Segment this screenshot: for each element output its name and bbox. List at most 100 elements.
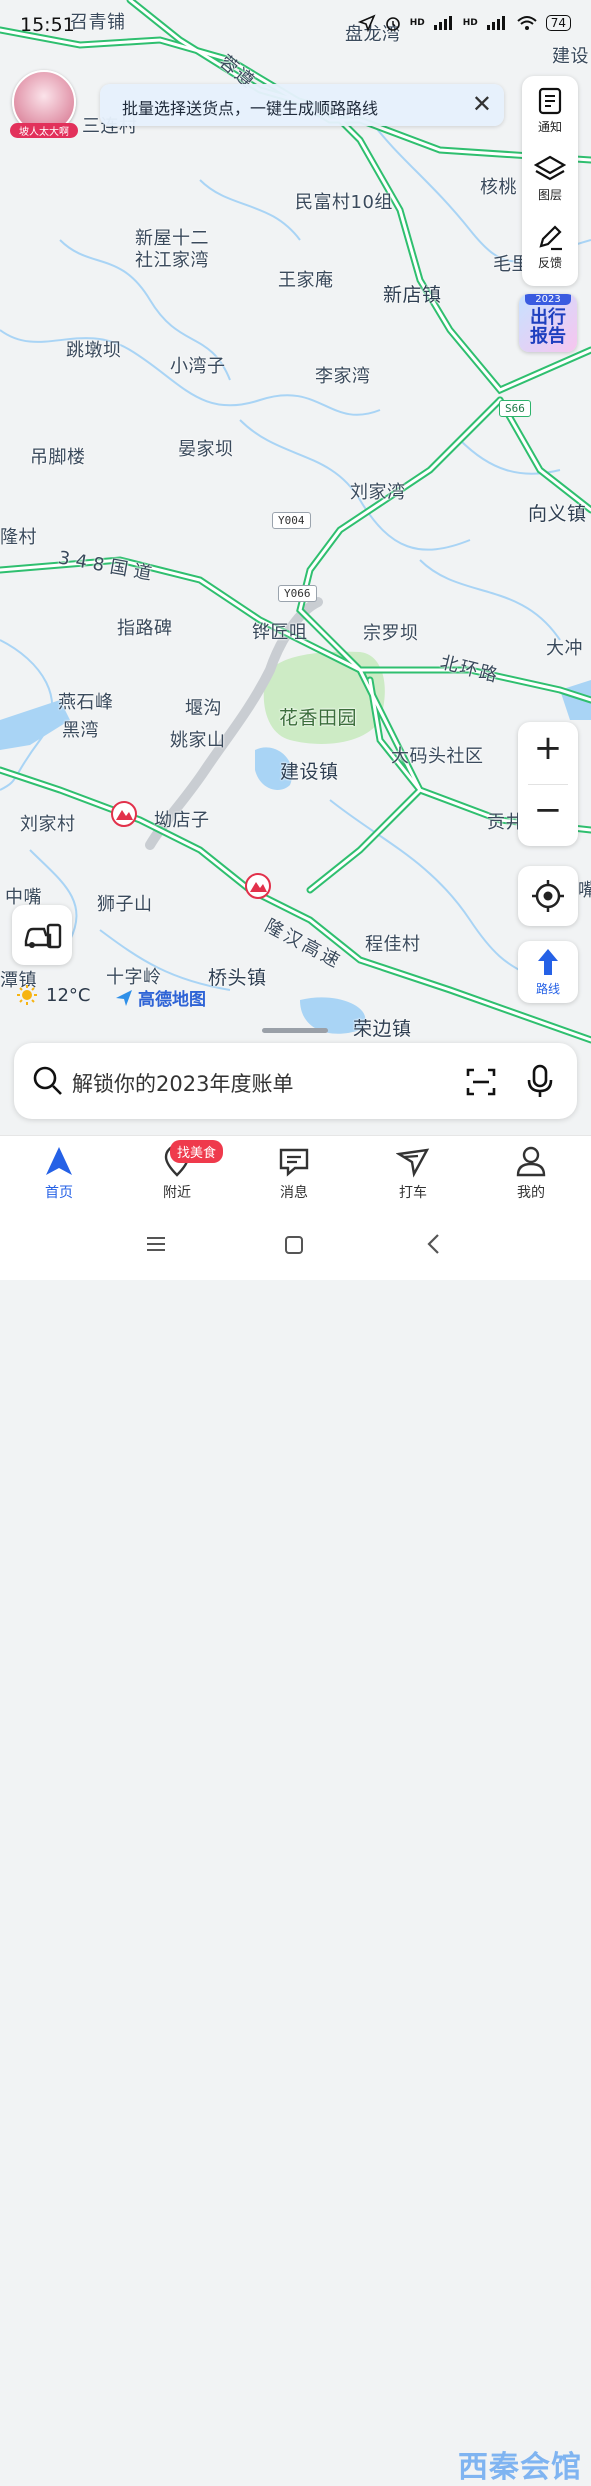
status-time: 15:51 (20, 14, 75, 36)
banner-text: 批量选择送货点，一键生成顺路路线 (122, 99, 379, 118)
map-label: 王家庵 (278, 270, 334, 291)
tab-label: 打车 (399, 1185, 427, 1201)
bottom-tab-bar: 首页 附近 找美食 消息 打车 我的 (0, 1135, 591, 1211)
map-label: 狮子山 (97, 894, 153, 915)
tab-messages[interactable]: 消息 (259, 1144, 329, 1202)
highway-shield: S66 (499, 400, 531, 417)
map-label: 社江家湾 (135, 250, 209, 271)
watermark-text: 西秦会馆 (458, 2450, 582, 2485)
map-label: 刘家村 (20, 814, 76, 835)
map-label: 堰沟 (185, 698, 222, 719)
menu-icon[interactable] (145, 1234, 167, 1254)
drawer-handle[interactable] (262, 1028, 328, 1033)
map-label: 隆村 (0, 527, 37, 548)
travel-report-button[interactable]: 2023 出行 报告 (519, 294, 577, 352)
layers-icon (534, 155, 566, 181)
amap-logo-icon (116, 989, 132, 1006)
microphone-icon (527, 1064, 553, 1097)
alarm-icon (385, 17, 400, 31)
tab-label: 消息 (280, 1185, 308, 1201)
report-year: 2023 (525, 294, 571, 305)
location-arrow-icon (357, 14, 376, 32)
search-bar[interactable]: 解锁你的2023年度账单 (14, 1043, 577, 1119)
tab-nearby[interactable]: 附近 找美食 (142, 1140, 224, 1202)
map-label: 指路碑 (117, 618, 173, 639)
map-label: 姚家山 (170, 730, 226, 751)
wifi-icon (517, 16, 537, 30)
notification-icon (538, 87, 562, 115)
map-label-town: 向义镇 (528, 503, 587, 525)
scan-icon (466, 1068, 496, 1096)
tab-home[interactable]: 首页 (24, 1144, 94, 1202)
tip-banner[interactable]: 批量选择送货点，一键生成顺路路线 ✕ (100, 84, 504, 126)
map-label: 小湾子 (170, 356, 226, 377)
map-label: 大冲 (546, 638, 583, 659)
map-label: 李家湾 (315, 366, 371, 387)
user-avatar[interactable]: 坡人太大啊 (10, 70, 78, 138)
scenic-marker-1 (111, 801, 137, 827)
zoom-out-button[interactable]: − (518, 790, 578, 830)
pencil-icon (539, 225, 562, 251)
search-icon (33, 1066, 62, 1095)
road-shield: Y066 (278, 585, 317, 602)
map-label-park: 花香田园 (279, 707, 358, 729)
back-icon[interactable] (424, 1232, 444, 1256)
map-label: 铧匠咀 (252, 622, 308, 643)
car-phone-icon (24, 923, 62, 949)
feedback-label: 反馈 (537, 256, 562, 270)
map-label: 跳墩坝 (66, 340, 122, 361)
message-icon (279, 1148, 309, 1177)
road-shield: Y004 (272, 512, 311, 529)
battery-indicator: 74 (545, 15, 571, 31)
map-label-town: 桥头镇 (208, 967, 267, 989)
map-label: 民富村10组 (295, 192, 393, 213)
report-line2: 报告 (530, 326, 566, 347)
weather-widget[interactable]: 12°C (16, 984, 90, 1006)
report-line1: 出行 (530, 307, 566, 328)
avatar-caption: 坡人太大啊 (10, 123, 78, 138)
map-label: 程佳村 (365, 934, 421, 955)
map-label: 大码头社区 (391, 746, 484, 767)
map-label-town: 建设镇 (280, 761, 339, 783)
status-bar: 15:51 HD HD 74 (0, 0, 591, 52)
sun-icon (17, 985, 37, 1005)
route-arrow-icon (538, 949, 558, 975)
map-canvas[interactable]: 召青铺 盘龙湾 建设 三连村 民富村10组 核桃 新屋十二 社江家湾 王家庵 新… (0, 0, 591, 1135)
map-label-town: 新店镇 (383, 284, 442, 306)
map-label: 刘家湾 (350, 482, 406, 503)
scenic-marker-2 (245, 873, 271, 899)
network-hd-1: HD (409, 18, 425, 28)
feedback-button[interactable]: 反馈 (522, 222, 578, 271)
map-tools-panel: 通知 图层 反馈 (522, 76, 578, 286)
tab-label: 首页 (45, 1185, 73, 1201)
signal-icon (433, 16, 452, 30)
map-label: 黑湾 (62, 720, 99, 741)
layers-button[interactable]: 图层 (522, 154, 578, 203)
temperature: 12°C (46, 984, 91, 1006)
close-icon[interactable]: ✕ (472, 90, 492, 118)
tab-taxi[interactable]: 打车 (378, 1144, 448, 1202)
map-label: 晏家坝 (178, 439, 234, 460)
navigation-arrow-icon (46, 1147, 72, 1175)
map-label: 核桃 (480, 177, 517, 198)
map-label: 坳店子 (154, 810, 210, 831)
map-label: 燕石峰 (58, 692, 114, 713)
system-nav-bar: 西秦会馆 (0, 1210, 591, 2485)
tab-me[interactable]: 我的 (496, 1144, 566, 1202)
crosshair-icon (532, 880, 564, 912)
zoom-in-button[interactable]: + (518, 728, 578, 768)
taxi-icon (395, 1148, 430, 1178)
route-button[interactable]: 路线 (518, 941, 578, 1003)
map-label-town: 荣边镇 (353, 1018, 412, 1040)
route-label: 路线 (535, 982, 560, 996)
brand-logo: 高德地图 (114, 985, 206, 1010)
notify-button[interactable]: 通知 (522, 86, 578, 135)
search-input[interactable]: 解锁你的2023年度账单 (72, 1068, 293, 1098)
map-label: 吊脚楼 (30, 447, 86, 468)
status-icons: HD HD 74 (357, 14, 571, 32)
car-mode-button[interactable] (12, 905, 72, 965)
home-icon[interactable] (283, 1234, 305, 1256)
locate-button[interactable] (518, 866, 578, 926)
promo-badge: 找美食 (170, 1140, 224, 1163)
layers-label: 图层 (537, 188, 562, 202)
